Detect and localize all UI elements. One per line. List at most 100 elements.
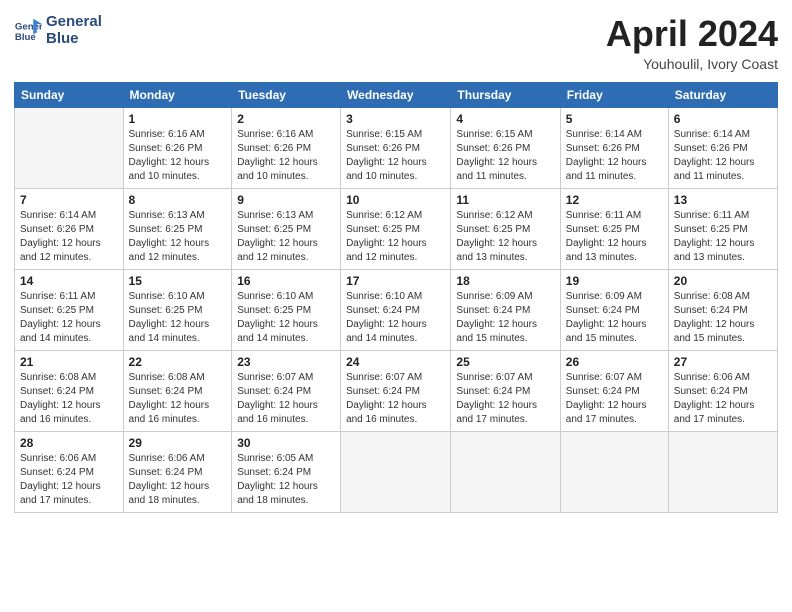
calendar-day: 26 Sunrise: 6:07 AM Sunset: 6:24 PM Dayli… (560, 350, 668, 431)
calendar-day: 2 Sunrise: 6:16 AM Sunset: 6:26 PM Daylig… (232, 107, 341, 188)
day-info: Sunrise: 6:15 AM Sunset: 6:26 PM Dayligh… (346, 128, 445, 184)
calendar-day: 23 Sunrise: 6:07 AM Sunset: 6:24 PM Dayli… (232, 350, 341, 431)
header-thursday: Thursday (451, 82, 560, 107)
logo-line2: Blue (46, 31, 102, 48)
calendar-day: 24 Sunrise: 6:07 AM Sunset: 6:24 PM Dayli… (341, 350, 451, 431)
day-number: 13 (674, 193, 772, 207)
day-info: Sunrise: 6:08 AM Sunset: 6:24 PM Dayligh… (129, 371, 227, 427)
day-info: Sunrise: 6:13 AM Sunset: 6:25 PM Dayligh… (237, 209, 335, 265)
calendar-day: 10 Sunrise: 6:12 AM Sunset: 6:25 PM Dayli… (341, 188, 451, 269)
calendar-day: 30 Sunrise: 6:05 AM Sunset: 6:24 PM Dayli… (232, 431, 341, 512)
calendar-day: 13 Sunrise: 6:11 AM Sunset: 6:25 PM Dayli… (668, 188, 777, 269)
calendar-day: 3 Sunrise: 6:15 AM Sunset: 6:26 PM Daylig… (341, 107, 451, 188)
header-sunday: Sunday (15, 82, 124, 107)
day-number: 26 (566, 355, 663, 369)
day-info: Sunrise: 6:16 AM Sunset: 6:26 PM Dayligh… (129, 128, 227, 184)
location-title: Youhoulil, Ivory Coast (606, 56, 778, 72)
day-number: 28 (20, 436, 118, 450)
calendar-day: 11Sunrise: 6:12 AM Sunset: 6:25 PM Dayli… (451, 188, 560, 269)
calendar-day (451, 431, 560, 512)
day-number: 22 (129, 355, 227, 369)
calendar-day (15, 107, 124, 188)
day-number: 3 (346, 112, 445, 126)
header-friday: Friday (560, 82, 668, 107)
day-number: 11 (456, 193, 554, 207)
day-number: 9 (237, 193, 335, 207)
logo-icon: General Blue (14, 17, 42, 45)
calendar-day: 1 Sunrise: 6:16 AM Sunset: 6:26 PM Daylig… (123, 107, 232, 188)
day-info: Sunrise: 6:10 AM Sunset: 6:24 PM Dayligh… (346, 290, 445, 346)
day-number: 24 (346, 355, 445, 369)
calendar-day: 17 Sunrise: 6:10 AM Sunset: 6:24 PM Dayli… (341, 269, 451, 350)
calendar-day: 6 Sunrise: 6:14 AM Sunset: 6:26 PM Daylig… (668, 107, 777, 188)
day-info: Sunrise: 6:14 AM Sunset: 6:26 PM Dayligh… (674, 128, 772, 184)
calendar-week-3: 14Sunrise: 6:11 AM Sunset: 6:25 PM Dayli… (15, 269, 778, 350)
calendar-week-4: 21 Sunrise: 6:08 AM Sunset: 6:24 PM Dayli… (15, 350, 778, 431)
calendar-day: 14Sunrise: 6:11 AM Sunset: 6:25 PM Dayli… (15, 269, 124, 350)
day-number: 2 (237, 112, 335, 126)
day-info: Sunrise: 6:06 AM Sunset: 6:24 PM Dayligh… (129, 452, 227, 508)
calendar-week-5: 28 Sunrise: 6:06 AM Sunset: 6:24 PM Dayli… (15, 431, 778, 512)
day-info: Sunrise: 6:14 AM Sunset: 6:26 PM Dayligh… (566, 128, 663, 184)
day-number: 17 (346, 274, 445, 288)
day-number: 30 (237, 436, 335, 450)
day-number: 14 (20, 274, 118, 288)
day-number: 16 (237, 274, 335, 288)
day-info: Sunrise: 6:10 AM Sunset: 6:25 PM Dayligh… (129, 290, 227, 346)
day-number: 18 (456, 274, 554, 288)
day-number: 25 (456, 355, 554, 369)
day-number: 20 (674, 274, 772, 288)
day-number: 5 (566, 112, 663, 126)
month-title: April 2024 (606, 14, 778, 54)
day-info: Sunrise: 6:06 AM Sunset: 6:24 PM Dayligh… (674, 371, 772, 427)
day-info: Sunrise: 6:11 AM Sunset: 6:25 PM Dayligh… (674, 209, 772, 265)
calendar-week-1: 1 Sunrise: 6:16 AM Sunset: 6:26 PM Daylig… (15, 107, 778, 188)
day-info: Sunrise: 6:07 AM Sunset: 6:24 PM Dayligh… (346, 371, 445, 427)
calendar-day: 12Sunrise: 6:11 AM Sunset: 6:25 PM Dayli… (560, 188, 668, 269)
day-info: Sunrise: 6:10 AM Sunset: 6:25 PM Dayligh… (237, 290, 335, 346)
calendar-day: 8Sunrise: 6:13 AM Sunset: 6:25 PM Daylig… (123, 188, 232, 269)
day-number: 19 (566, 274, 663, 288)
day-info: Sunrise: 6:07 AM Sunset: 6:24 PM Dayligh… (566, 371, 663, 427)
calendar-day: 19Sunrise: 6:09 AM Sunset: 6:24 PM Dayli… (560, 269, 668, 350)
day-number: 21 (20, 355, 118, 369)
title-block: April 2024 Youhoulil, Ivory Coast (606, 14, 778, 72)
logo-text: General Blue (46, 14, 102, 47)
calendar-day: 5 Sunrise: 6:14 AM Sunset: 6:26 PM Daylig… (560, 107, 668, 188)
calendar-table: Sunday Monday Tuesday Wednesday Thursday… (14, 82, 778, 513)
calendar-day: 22 Sunrise: 6:08 AM Sunset: 6:24 PM Dayli… (123, 350, 232, 431)
day-info: Sunrise: 6:14 AM Sunset: 6:26 PM Dayligh… (20, 209, 118, 265)
logo: General Blue General Blue (14, 14, 102, 47)
calendar-day: 27 Sunrise: 6:06 AM Sunset: 6:24 PM Dayli… (668, 350, 777, 431)
day-info: Sunrise: 6:16 AM Sunset: 6:26 PM Dayligh… (237, 128, 335, 184)
day-number: 23 (237, 355, 335, 369)
calendar-day: 16 Sunrise: 6:10 AM Sunset: 6:25 PM Dayli… (232, 269, 341, 350)
day-number: 27 (674, 355, 772, 369)
day-info: Sunrise: 6:07 AM Sunset: 6:24 PM Dayligh… (456, 371, 554, 427)
calendar-day: 25 Sunrise: 6:07 AM Sunset: 6:24 PM Dayli… (451, 350, 560, 431)
calendar-day (341, 431, 451, 512)
day-number: 6 (674, 112, 772, 126)
day-number: 10 (346, 193, 445, 207)
day-info: Sunrise: 6:15 AM Sunset: 6:26 PM Dayligh… (456, 128, 554, 184)
day-info: Sunrise: 6:08 AM Sunset: 6:24 PM Dayligh… (674, 290, 772, 346)
day-info: Sunrise: 6:06 AM Sunset: 6:24 PM Dayligh… (20, 452, 118, 508)
calendar-day: 21Sunrise: 6:08 AM Sunset: 6:24 PM Dayli… (15, 350, 124, 431)
calendar-day: 20 Sunrise: 6:08 AM Sunset: 6:24 PM Dayli… (668, 269, 777, 350)
calendar-header-row: Sunday Monday Tuesday Wednesday Thursday… (15, 82, 778, 107)
calendar-week-2: 7Sunrise: 6:14 AM Sunset: 6:26 PM Daylig… (15, 188, 778, 269)
day-info: Sunrise: 6:05 AM Sunset: 6:24 PM Dayligh… (237, 452, 335, 508)
calendar-day: 29Sunrise: 6:06 AM Sunset: 6:24 PM Dayli… (123, 431, 232, 512)
day-number: 1 (129, 112, 227, 126)
calendar-day: 7Sunrise: 6:14 AM Sunset: 6:26 PM Daylig… (15, 188, 124, 269)
day-info: Sunrise: 6:12 AM Sunset: 6:25 PM Dayligh… (346, 209, 445, 265)
day-number: 15 (129, 274, 227, 288)
logo-line1: General (46, 14, 102, 31)
day-info: Sunrise: 6:07 AM Sunset: 6:24 PM Dayligh… (237, 371, 335, 427)
header-saturday: Saturday (668, 82, 777, 107)
header-tuesday: Tuesday (232, 82, 341, 107)
header-monday: Monday (123, 82, 232, 107)
day-number: 12 (566, 193, 663, 207)
day-number: 8 (129, 193, 227, 207)
svg-text:Blue: Blue (15, 31, 36, 42)
